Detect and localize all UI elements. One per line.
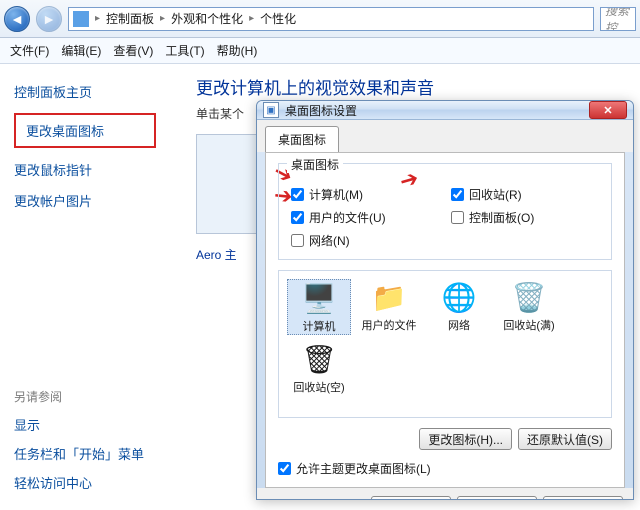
checkbox-controlpanel-label: 控制面板(O) <box>469 209 534 226</box>
sidebar-ease[interactable]: 轻松访问中心 <box>14 473 156 492</box>
close-button[interactable]: ✕ <box>589 101 627 119</box>
sidebar-home[interactable]: 控制面板主页 <box>14 82 156 101</box>
forward-button[interactable]: ► <box>36 6 62 32</box>
ok-button[interactable]: 确定 <box>371 496 451 500</box>
see-also-title: 另请参阅 <box>14 388 156 405</box>
icon-label: 回收站(空) <box>293 379 344 395</box>
back-button[interactable]: ◄ <box>4 6 30 32</box>
icon-item-computer[interactable]: 🖥️ 计算机 <box>287 279 351 335</box>
sidebar-change-icons[interactable]: 更改桌面图标 <box>14 113 156 148</box>
checkbox-allow-theme-input[interactable] <box>278 462 291 475</box>
menu-edit[interactable]: 编辑(E) <box>61 42 101 59</box>
menu-tools[interactable]: 工具(T) <box>165 42 204 59</box>
checkbox-recycle-label: 回收站(R) <box>469 186 522 203</box>
sidebar-account-pic[interactable]: 更改帐户图片 <box>14 191 156 210</box>
dialog-footer: 确定 取消 应用(A) <box>257 488 633 500</box>
dialog-body: ➔ ➔ ➔ 桌面图标 计算机(M) 回收站(R) 用户的文件(U) 控制面板(O… <box>265 152 625 488</box>
network-icon: 🌐 <box>439 279 479 315</box>
menu-file[interactable]: 文件(F) <box>10 42 49 59</box>
sidebar-display[interactable]: 显示 <box>14 415 156 434</box>
checkbox-userfiles[interactable]: 用户的文件(U) <box>291 209 439 226</box>
checkbox-recycle-input[interactable] <box>451 188 464 201</box>
checkbox-recycle[interactable]: 回收站(R) <box>451 186 599 203</box>
titlebar[interactable]: ▣ 桌面图标设置 ✕ <box>257 101 633 120</box>
icon-item-userfiles[interactable]: 📁 用户的文件 <box>357 279 421 335</box>
recycle-empty-icon: 🗑 <box>299 341 339 377</box>
icon-item-recycle-full[interactable]: 🗑️ 回收站(满) <box>497 279 561 335</box>
tab-desktop-icons[interactable]: 桌面图标 <box>265 126 339 152</box>
icon-item-recycle-empty[interactable]: 🗑 回收站(空) <box>287 341 351 395</box>
icon-preview-list[interactable]: 🖥️ 计算机 📁 用户的文件 🌐 网络 🗑️ 回收站(满) 🗑 回收站(空) <box>278 270 612 418</box>
icon-label: 用户的文件 <box>362 317 417 333</box>
search-placeholder: 搜索控 <box>605 7 631 31</box>
menu-view[interactable]: 查看(V) <box>113 42 153 59</box>
restore-default-button[interactable]: 还原默认值(S) <box>518 428 612 450</box>
chevron-right-icon: ▸ <box>160 13 165 24</box>
menu-bar: 文件(F) 编辑(E) 查看(V) 工具(T) 帮助(H) <box>0 38 640 64</box>
icon-label: 计算机 <box>303 318 336 334</box>
sidebar-mouse[interactable]: 更改鼠标指针 <box>14 160 156 179</box>
breadcrumb[interactable]: ▸ 控制面板 ▸ 外观和个性化 ▸ 个性化 <box>68 7 594 31</box>
computer-icon: 🖥️ <box>299 280 339 316</box>
checkbox-computer[interactable]: 计算机(M) <box>291 186 439 203</box>
menu-help[interactable]: 帮助(H) <box>217 42 258 59</box>
checkbox-computer-label: 计算机(M) <box>309 186 363 203</box>
sidebar: 控制面板主页 更改桌面图标 更改鼠标指针 更改帐户图片 另请参阅 显示 任务栏和… <box>0 64 170 510</box>
sidebar-taskbar[interactable]: 任务栏和「开始」菜单 <box>14 444 156 463</box>
desktop-icon-settings-dialog: ▣ 桌面图标设置 ✕ 桌面图标 ➔ ➔ ➔ 桌面图标 计算机(M) 回收站(R)… <box>256 100 634 500</box>
change-icon-button[interactable]: 更改图标(H)... <box>419 428 512 450</box>
icon-label: 回收站(满) <box>503 317 554 333</box>
apply-button[interactable]: 应用(A) <box>543 496 623 500</box>
search-input[interactable]: 搜索控 <box>600 7 636 31</box>
page-title: 更改计算机上的视觉效果和声音 <box>196 74 624 99</box>
icon-item-network[interactable]: 🌐 网络 <box>427 279 491 335</box>
checkbox-network[interactable]: 网络(N) <box>291 232 439 249</box>
checkbox-network-input[interactable] <box>291 234 304 247</box>
icon-buttons-row: 更改图标(H)... 还原默认值(S) <box>278 428 612 450</box>
checkbox-userfiles-input[interactable] <box>291 211 304 224</box>
crumb-appearance[interactable]: 外观和个性化 <box>171 10 243 27</box>
checkbox-controlpanel-input[interactable] <box>451 211 464 224</box>
tab-row: 桌面图标 <box>257 120 633 152</box>
group-title: 桌面图标 <box>287 156 343 173</box>
checkbox-computer-input[interactable] <box>291 188 304 201</box>
crumb-controlpanel[interactable]: 控制面板 <box>106 10 154 27</box>
checkbox-network-label: 网络(N) <box>309 232 350 249</box>
address-bar-row: ◄ ► ▸ 控制面板 ▸ 外观和个性化 ▸ 个性化 搜索控 <box>0 0 640 38</box>
recycle-full-icon: 🗑️ <box>509 279 549 315</box>
icon-label: 网络 <box>448 317 470 333</box>
checkbox-allow-theme[interactable]: 允许主题更改桌面图标(L) <box>278 460 612 477</box>
cancel-button[interactable]: 取消 <box>457 496 537 500</box>
chevron-right-icon: ▸ <box>249 13 254 24</box>
desktop-icons-group: 桌面图标 计算机(M) 回收站(R) 用户的文件(U) 控制面板(O) 网络(N… <box>278 163 612 260</box>
checkbox-userfiles-label: 用户的文件(U) <box>309 209 386 226</box>
dialog-title: 桌面图标设置 <box>285 102 357 119</box>
control-panel-icon <box>73 11 89 27</box>
crumb-personalization[interactable]: 个性化 <box>260 10 296 27</box>
dialog-icon: ▣ <box>263 102 279 118</box>
folder-user-icon: 📁 <box>369 279 409 315</box>
checkbox-controlpanel[interactable]: 控制面板(O) <box>451 209 599 226</box>
chevron-right-icon: ▸ <box>95 13 100 24</box>
checkbox-allow-theme-label: 允许主题更改桌面图标(L) <box>296 460 431 477</box>
